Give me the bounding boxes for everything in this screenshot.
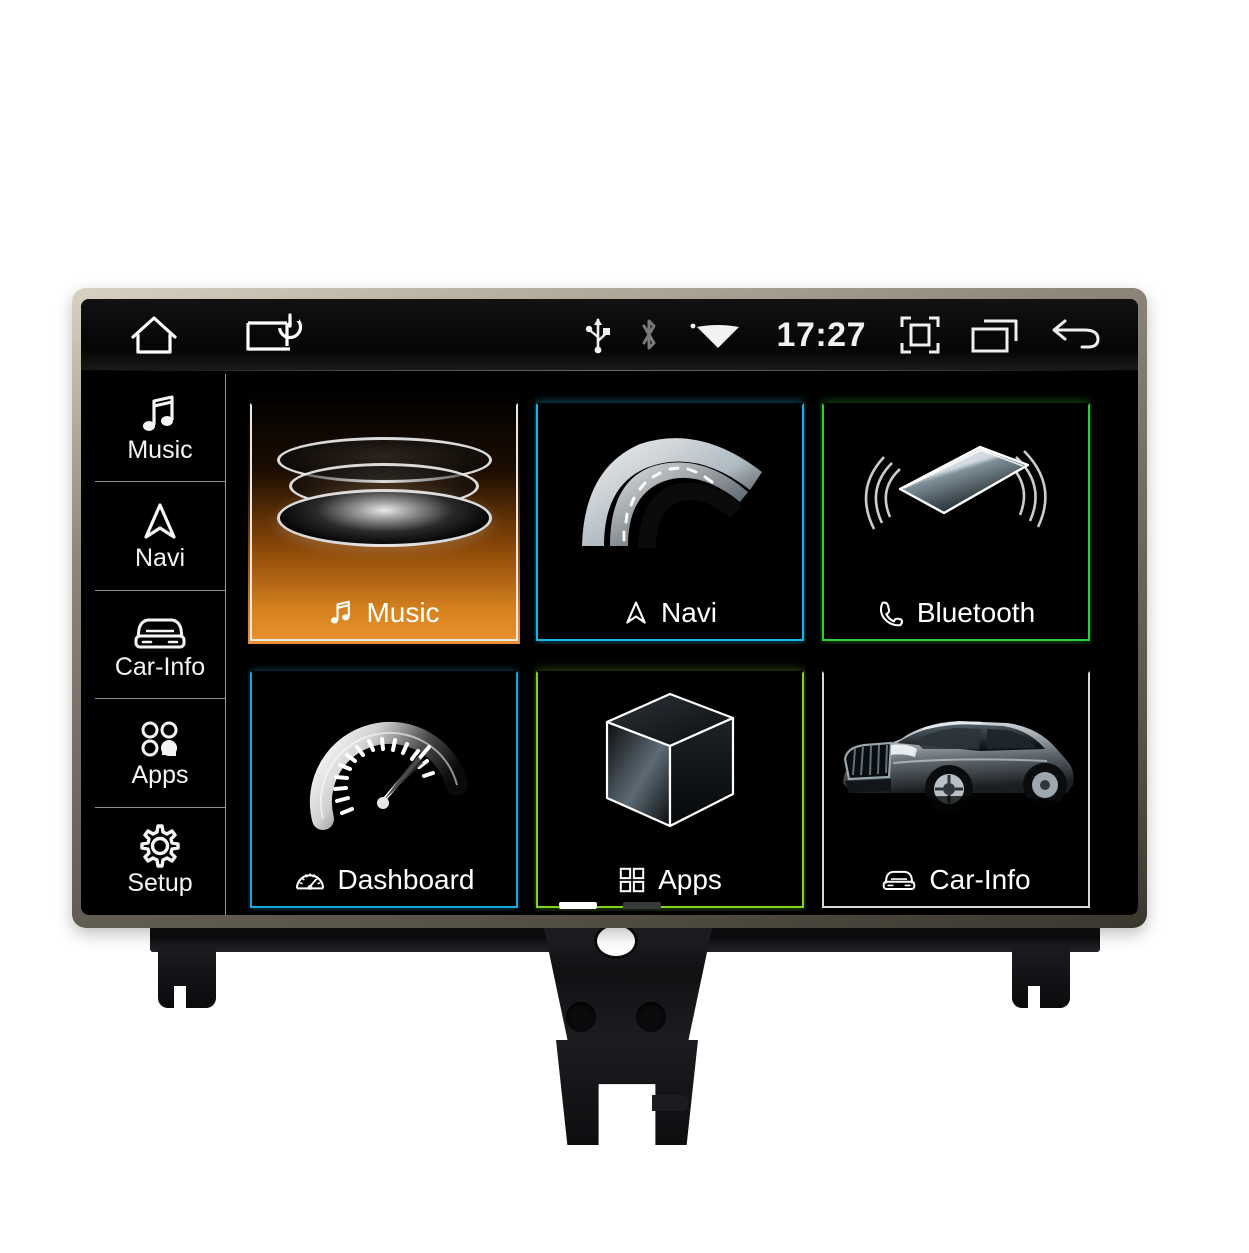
sidebar-item-navi[interactable]: Navi [95,481,226,590]
tile-artwork-navi [534,389,806,598]
tile-label: Music [366,596,440,628]
disc-stack-art [276,437,492,549]
sidebar: Music Navi Car-Info Apps Setup [81,371,226,915]
page-dot-2[interactable] [622,902,661,909]
music-note-icon [328,599,354,627]
tile-caption: Navi [534,592,806,634]
tile-artwork-music [248,389,520,598]
tile-caption: Music [248,592,520,634]
tile-bluetooth[interactable]: Bluetooth [820,389,1092,644]
tile-music[interactable]: Music [248,389,520,644]
tile-navi[interactable]: Navi [534,389,806,644]
grid-squares-icon [618,866,646,894]
sidebar-item-apps[interactable]: Apps [95,698,226,807]
apps-circles-icon [136,718,184,760]
recent-apps-icon[interactable] [968,313,1022,357]
mount-bracket-foot-left [158,946,216,1008]
road-art [570,428,770,558]
screen-power-icon[interactable] [245,313,307,357]
mount-bracket-foot-right [1012,946,1070,1008]
navigation-arrow-icon [140,501,180,543]
head-unit-device: 17:27 Music Navi Car-Info Apps Setup Mus… [72,288,1147,928]
screenshot-root: 17:27 Music Navi Car-Info Apps Setup Mus… [0,0,1249,1253]
app-tile-grid: Music Navi Bluetooth Dashboard Apps Car-… [226,371,1138,915]
navigation-arrow-icon [623,599,649,627]
tile-caption: Bluetooth [820,592,1092,634]
sidebar-item-label: Setup [127,869,193,898]
gear-icon [138,824,182,869]
gauge-icon [294,866,326,894]
sidebar-item-label: Navi [134,544,185,573]
phone-waves-art [856,433,1056,553]
tile-dashboard[interactable]: Dashboard [248,656,520,911]
tile-artwork-car-info [820,657,1092,866]
tile-artwork-apps [534,657,806,866]
car-front-icon [132,610,188,652]
tile-apps[interactable]: Apps [534,656,806,911]
tile-caption: Car-Info [820,859,1092,901]
status-bar: 17:27 [81,299,1138,371]
tile-label: Apps [658,864,722,895]
tile-label: Dashboard [337,864,475,895]
usb-icon [585,315,611,355]
phone-handset-icon [877,599,905,627]
sidebar-item-car-info[interactable]: Car-Info [95,589,226,699]
page-dot-1[interactable] [558,902,597,909]
music-note-icon [138,393,182,435]
car-photo-art [831,701,1081,821]
tile-artwork-dashboard [248,657,520,866]
sidebar-item-label: Car-Info [114,652,206,681]
screenshot-icon[interactable] [898,313,942,357]
car-front-icon [881,867,917,893]
gauge-art [297,691,472,831]
status-clock: 17:27 [776,315,866,354]
bluetooth-icon [637,315,661,355]
mount-bracket-tab [652,1095,688,1111]
home-icon[interactable] [129,313,179,357]
sidebar-item-label: Apps [131,760,189,789]
tile-car-info[interactable]: Car-Info [820,656,1092,911]
mount-bracket-bolt-left [566,1002,596,1032]
page-indicator [81,902,1138,909]
mount-bracket-stem [556,1040,698,1145]
mount-bracket-bolt-right [636,1002,666,1032]
sidebar-item-setup[interactable]: Setup [95,806,226,915]
tile-label: Car-Info [929,864,1031,895]
sidebar-item-music[interactable]: Music [95,374,226,482]
display-screen: 17:27 Music Navi Car-Info Apps Setup Mus… [81,299,1138,915]
tile-artwork-bluetooth [820,389,1092,598]
sidebar-item-label: Music [127,435,193,464]
tile-label: Bluetooth [916,596,1036,628]
wifi-icon [687,315,743,355]
screen-body: Music Navi Car-Info Apps Setup Music Nav… [81,371,1138,915]
cube-art [595,686,745,836]
tile-caption: Apps [534,859,806,901]
back-icon[interactable] [1048,313,1104,357]
tile-label: Navi [660,596,717,628]
tile-caption: Dashboard [248,859,520,901]
mount-bracket-hole [597,926,635,956]
